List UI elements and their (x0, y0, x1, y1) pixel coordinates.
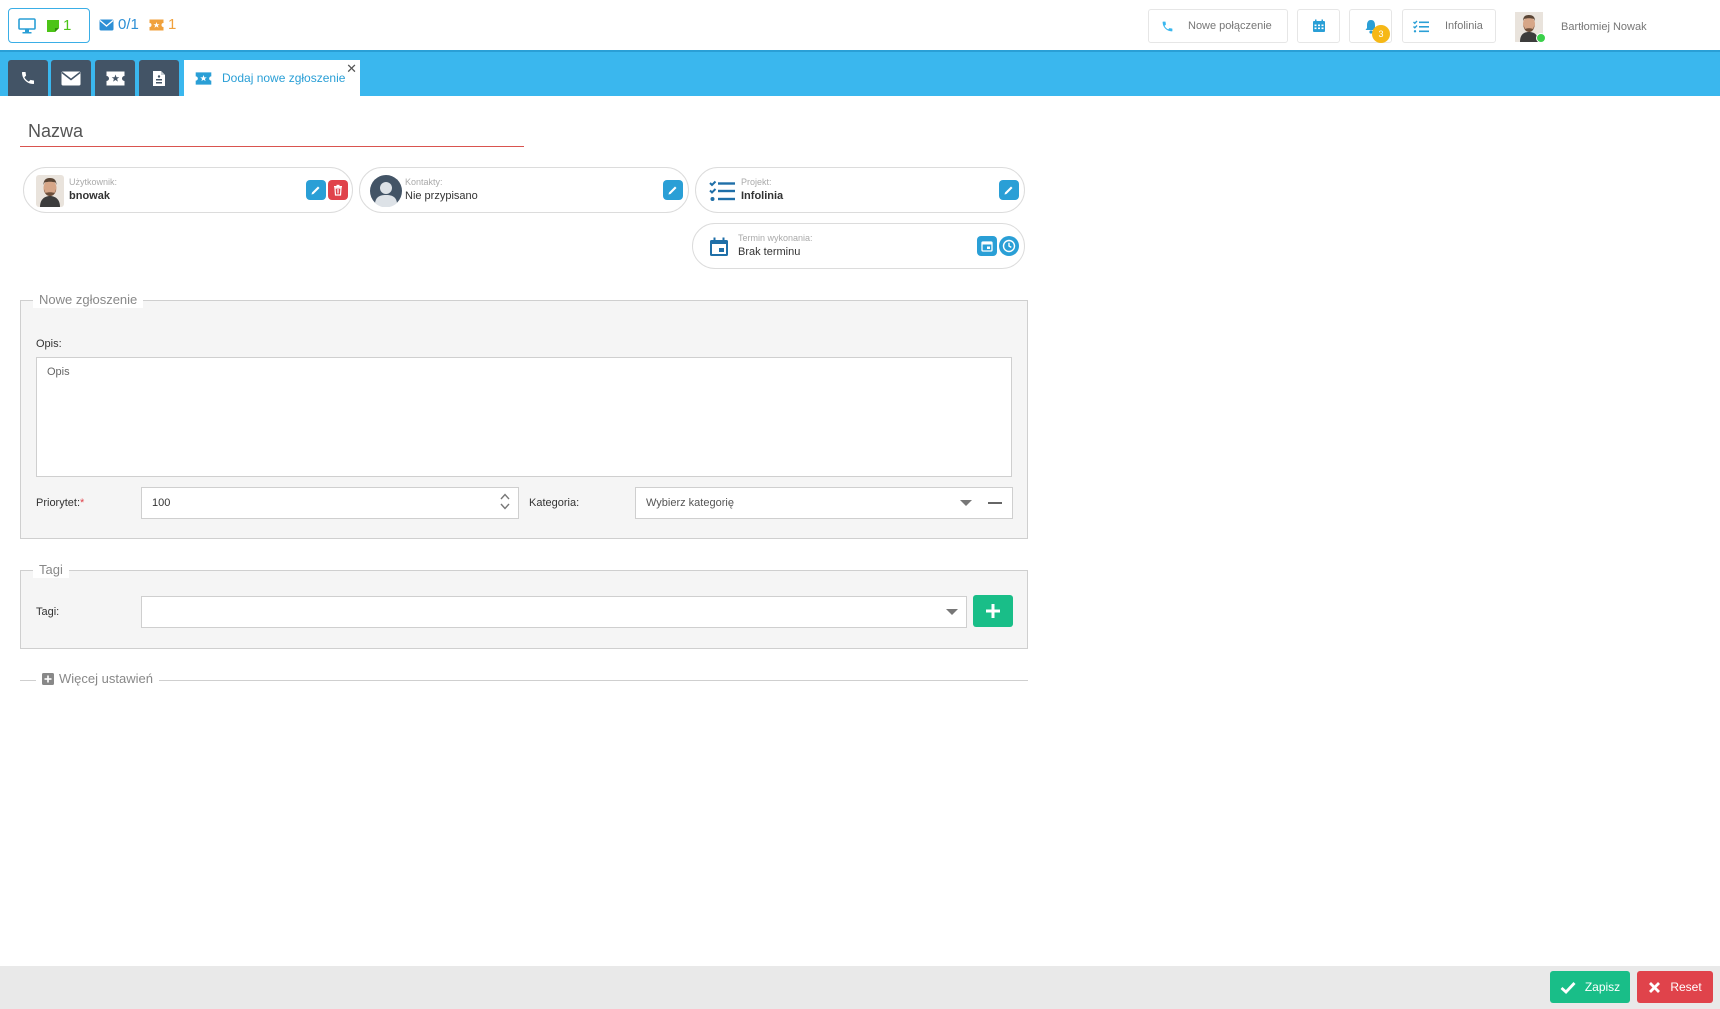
section-title: Tagi (33, 562, 69, 578)
tags-label: Tagi: (36, 606, 60, 618)
chevron-up-icon[interactable] (500, 493, 510, 500)
calendar-button[interactable] (1297, 9, 1340, 43)
set-time-button[interactable] (999, 236, 1019, 256)
ticket-icon (149, 19, 164, 31)
priority-label-text: Priorytet: (36, 497, 81, 509)
pencil-icon (310, 184, 322, 196)
tab-tickets[interactable] (95, 60, 135, 96)
delete-user-button[interactable] (328, 180, 348, 200)
set-date-button[interactable] (977, 236, 997, 256)
avatar (1515, 12, 1546, 43)
tab-label: Dodaj nowe zgłoszenie (222, 71, 346, 85)
edit-contacts-button[interactable] (663, 180, 683, 200)
more-settings-divider (20, 680, 1028, 681)
category-select[interactable]: Wybierz kategorię (635, 487, 1013, 519)
mail-counter[interactable]: 0/1 (99, 16, 139, 33)
contacts-label: Kontakty: (405, 177, 443, 187)
task-list-icon (1413, 20, 1429, 33)
calendar-icon (1312, 19, 1326, 33)
project-assignment: Projekt: Infolinia (695, 167, 1025, 213)
contacts-value: Nie przypisano (405, 190, 478, 202)
tab-bar: Dodaj nowe zgłoszenie ✕ (0, 52, 1720, 96)
description-label: Opis: (36, 338, 62, 350)
new-call-button[interactable]: Nowe połączenie (1148, 9, 1288, 43)
calendar-icon (981, 240, 993, 252)
tab-email[interactable] (51, 60, 91, 96)
reset-button[interactable]: Reset (1637, 971, 1713, 1003)
new-ticket-section: Nowe zgłoszenie Opis: Priorytet:* 100 Ka… (20, 292, 1028, 539)
clear-category-icon[interactable] (988, 502, 1002, 504)
tab-phone[interactable] (8, 60, 48, 96)
priority-input[interactable]: 100 (141, 487, 519, 519)
pencil-icon (1003, 184, 1015, 196)
more-settings-label: Więcej ustawień (59, 671, 153, 686)
chat-status-count: 1 (46, 17, 71, 34)
close-tab-icon[interactable]: ✕ (346, 62, 357, 75)
project-selector-button[interactable]: Infolinia (1402, 9, 1496, 43)
tags-section: Tagi Tagi: (20, 562, 1028, 649)
ticket-icon (106, 71, 125, 86)
ticket-name-input[interactable] (20, 117, 524, 147)
ticket-counter[interactable]: 1 (149, 16, 176, 33)
tab-add-new-ticket[interactable]: Dodaj nowe zgłoszenie ✕ (184, 60, 360, 96)
envelope-icon (99, 19, 114, 31)
trash-icon (332, 184, 344, 196)
deadline-assignment: Termin wykonania: Brak terminu (692, 223, 1025, 269)
save-label: Zapisz (1584, 980, 1621, 994)
clock-icon (1002, 239, 1016, 253)
caret-down-icon[interactable] (946, 609, 958, 615)
edit-project-button[interactable] (999, 180, 1019, 200)
notifications-badge: 3 (1372, 25, 1390, 43)
monitor-icon (18, 17, 36, 34)
priority-value: 100 (152, 497, 171, 509)
project-value: Infolinia (741, 190, 784, 202)
plus-icon (985, 603, 1001, 619)
user-value: bnowak (69, 190, 110, 202)
contacts-assignment: Kontakty: Nie przypisano (359, 167, 689, 213)
status-indicator-button[interactable]: 1 (8, 8, 90, 43)
project-label: Projekt: (741, 177, 772, 187)
edit-user-button[interactable] (306, 180, 326, 200)
reset-label: Reset (1670, 980, 1702, 994)
phone-icon (20, 70, 36, 86)
task-list-icon (706, 174, 738, 208)
plus-square-icon (42, 672, 54, 685)
document-icon (152, 70, 166, 87)
user-name: Bartłomiej Nowak (1561, 21, 1647, 33)
pencil-icon (667, 184, 679, 196)
add-tag-button[interactable] (973, 595, 1013, 627)
user-assignment: Użytkownik: bnowak (23, 167, 353, 213)
save-button[interactable]: Zapisz (1550, 971, 1630, 1003)
category-placeholder: Wybierz kategorię (646, 497, 734, 509)
footer-bar: Zapisz Reset (0, 966, 1720, 1009)
top-bar: 1 0/1 1 Nowe połączenie 3 Infolinia Bart… (0, 0, 1720, 52)
priority-label: Priorytet:* (36, 497, 84, 509)
check-icon (1560, 981, 1576, 994)
ticket-icon (195, 71, 212, 85)
contact-avatar-icon (370, 174, 402, 208)
user-menu[interactable]: Bartłomiej Nowak (1515, 12, 1647, 43)
calendar-icon (703, 230, 735, 264)
avatar (34, 174, 66, 208)
deadline-label: Termin wykonania: (738, 233, 813, 243)
chat-icon (46, 19, 60, 33)
more-settings-toggle[interactable]: Więcej ustawień (36, 671, 159, 686)
chevron-down-icon[interactable] (500, 503, 510, 510)
tags-select[interactable] (141, 596, 967, 628)
user-label: Użytkownik: (69, 177, 118, 187)
envelope-icon (61, 71, 81, 86)
category-label: Kategoria: (529, 497, 580, 509)
tab-documents[interactable] (139, 60, 179, 96)
online-status-dot (1536, 33, 1546, 43)
phone-icon (1161, 20, 1174, 33)
priority-stepper[interactable] (500, 493, 510, 510)
notifications-button[interactable]: 3 (1349, 9, 1392, 43)
caret-down-icon[interactable] (960, 500, 972, 506)
deadline-value: Brak terminu (738, 246, 801, 258)
description-textarea[interactable] (36, 357, 1012, 477)
close-icon (1648, 981, 1661, 994)
required-marker: * (80, 497, 85, 509)
section-title: Nowe zgłoszenie (33, 292, 144, 308)
